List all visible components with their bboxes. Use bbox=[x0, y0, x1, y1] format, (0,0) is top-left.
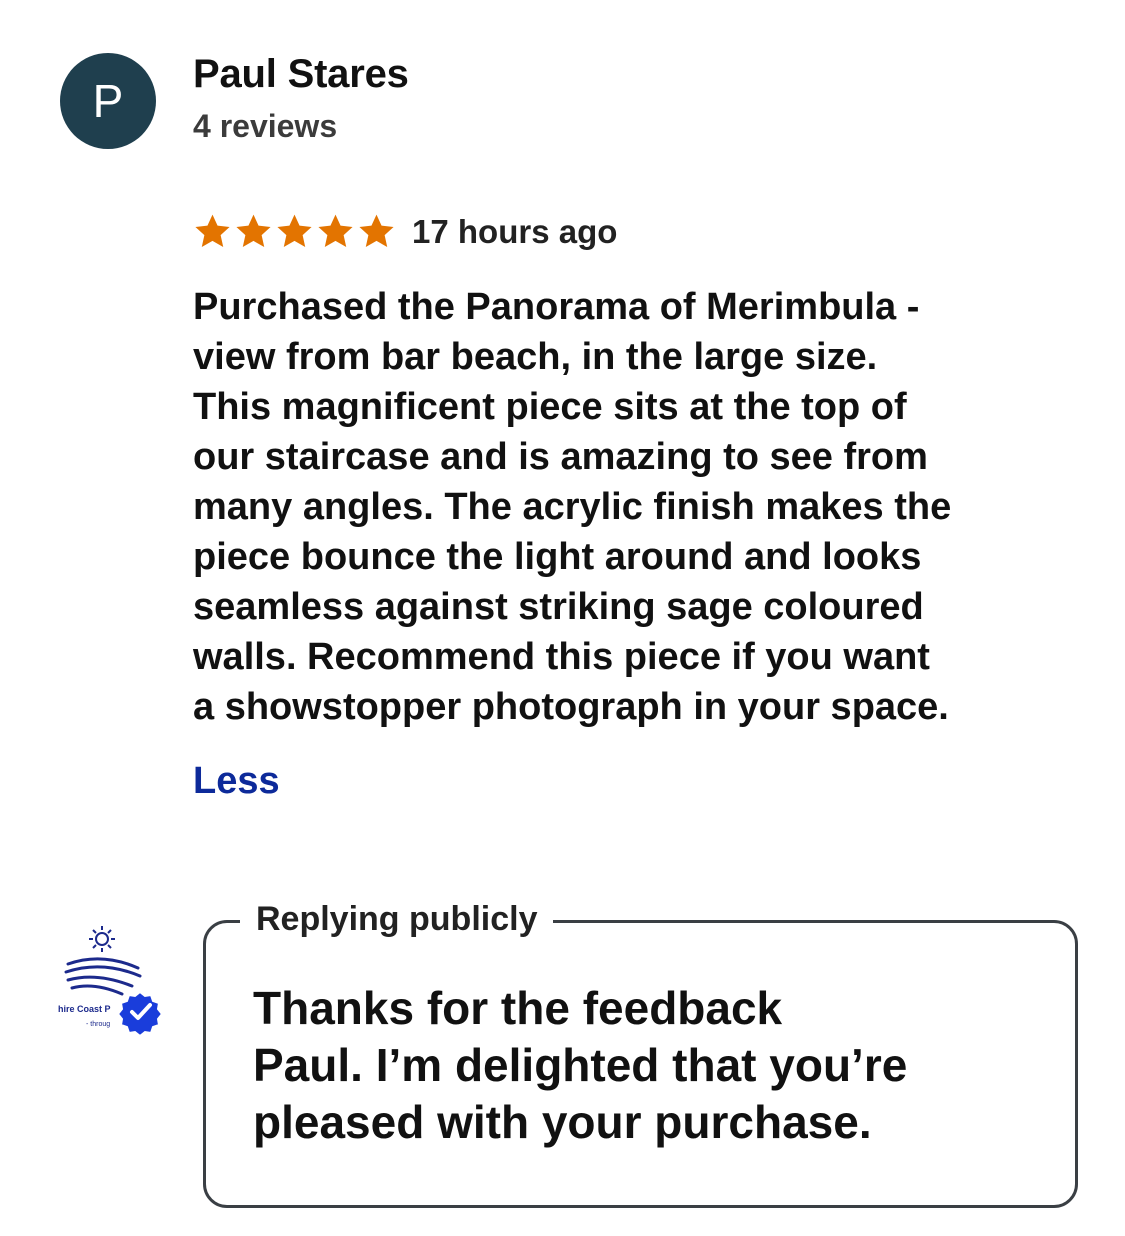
star-icon bbox=[195, 214, 230, 247]
reviewer-name[interactable]: Paul Stares bbox=[193, 52, 409, 97]
star-rating bbox=[193, 212, 396, 251]
show-less-link[interactable]: Less bbox=[193, 760, 280, 803]
avatar-initial: P bbox=[92, 75, 124, 127]
reply-legend: Replying publicly bbox=[240, 900, 554, 939]
avatar[interactable]: P bbox=[60, 53, 156, 149]
reply-text[interactable]: Thanks for the feedback Paul. I’m deligh… bbox=[253, 980, 993, 1151]
rating-row: 17 hours ago bbox=[193, 212, 617, 251]
star-icon bbox=[277, 214, 312, 247]
review-timestamp: 17 hours ago bbox=[412, 212, 618, 250]
owner-logo-text: hire Coast P bbox=[58, 1004, 111, 1014]
owner-logo: hire Coast P - throug bbox=[52, 912, 164, 1042]
review-page: P Paul Stares 4 reviews 17 hours ago Pur… bbox=[0, 0, 1125, 1236]
verified-badge-icon bbox=[116, 990, 164, 1038]
review-count[interactable]: 4 reviews bbox=[193, 108, 337, 145]
star-icon bbox=[359, 214, 394, 247]
star-icon bbox=[236, 214, 271, 247]
business-logo-icon: hire Coast P - throug bbox=[58, 926, 164, 1038]
review-body: Purchased the Panorama of Merimbula - vi… bbox=[193, 286, 952, 728]
star-icon bbox=[318, 214, 353, 247]
owner-logo-subtext: - throug bbox=[86, 1021, 110, 1028]
